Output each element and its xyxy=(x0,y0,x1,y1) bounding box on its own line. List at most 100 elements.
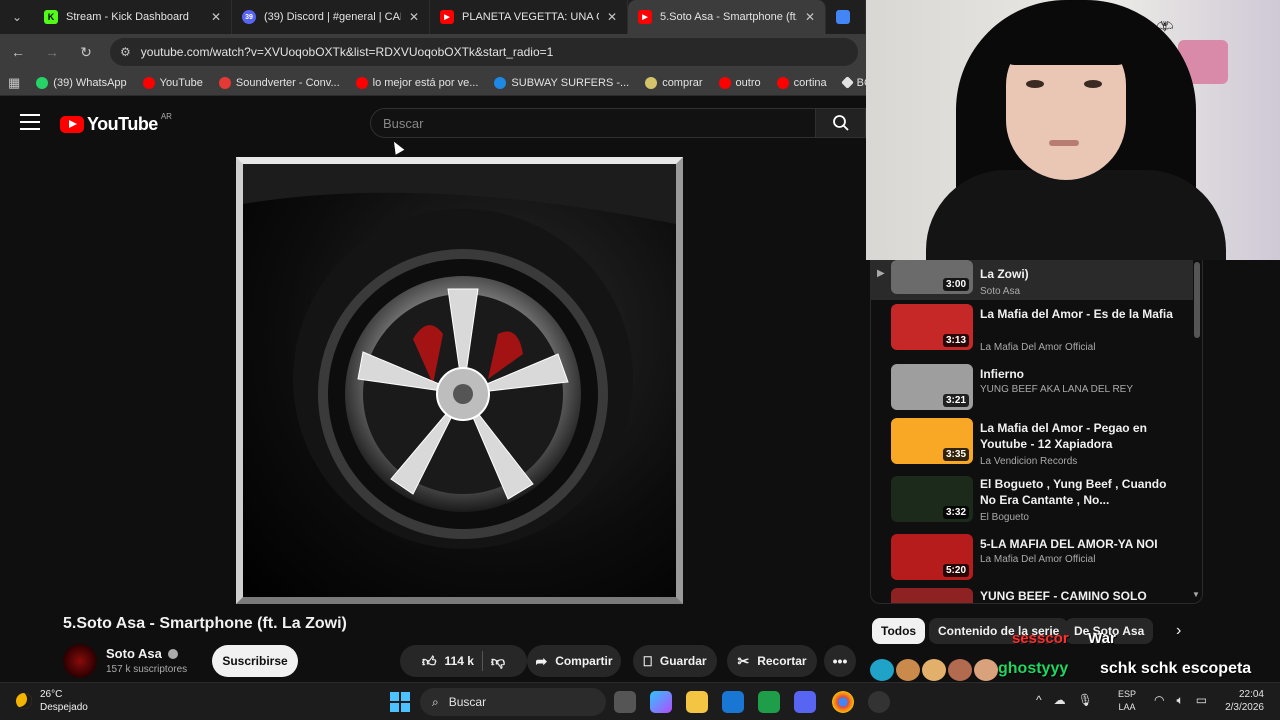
playlist-item[interactable]: 3:35 La Mafia del Amor - Pegao en Youtub… xyxy=(871,418,1193,474)
tab-youtube-vegetta[interactable]: ▶ PLANETA VEGETTA: UNA GRAN ✕ xyxy=(430,0,628,34)
chat-message: schk schk escopeta xyxy=(1100,660,1252,677)
playlist-item[interactable]: 3:21 Infierno YUNG BEEF AKA LANA DEL REY xyxy=(871,364,1193,420)
bookmark-soundverter[interactable]: Soundverter - Conv... xyxy=(218,76,340,89)
channel-name[interactable]: Soto Asa xyxy=(106,646,178,661)
tab-kick[interactable]: K Stream - Kick Dashboard ✕ xyxy=(34,0,232,34)
playlist-item[interactable]: 5:20 5-LA MAFIA DEL AMOR-YA NOI La Mafia… xyxy=(871,534,1193,590)
chip-all[interactable]: Todos xyxy=(872,618,926,644)
duration-badge: 3:00 xyxy=(942,278,969,291)
dislike-icon[interactable]: 👎︎ xyxy=(491,653,505,670)
duration-badge: 3:32 xyxy=(942,506,969,519)
language-indicator[interactable]: ESP LAA xyxy=(1118,688,1136,714)
bookmark-whatsapp[interactable]: (39) WhatsApp xyxy=(36,76,127,89)
back-icon[interactable]: ← xyxy=(8,44,28,60)
playlist-item-current[interactable]: ▶ 3:00 La Zowi) Soto Asa xyxy=(871,260,1193,300)
playlist-scrollbar[interactable] xyxy=(1194,262,1200,338)
playlist-item[interactable]: 3:32 El Bogueto , Yung Beef , Cuando No … xyxy=(871,476,1193,532)
file-explorer-icon[interactable] xyxy=(686,691,708,713)
like-icon[interactable]: 👍︎ xyxy=(422,653,437,670)
playlist-item[interactable]: 3:13 La Mafia del Amor - Es de la Mafia … xyxy=(871,304,1193,360)
tab-discord[interactable]: 39 (39) Discord | #general | CALAV ✕ xyxy=(232,0,430,34)
taskbar-search[interactable]: ⌕ Buscar xyxy=(420,688,606,716)
excel-icon[interactable] xyxy=(758,691,780,713)
bookmark-label: Soundverter - Conv... xyxy=(235,76,340,89)
video-thumbnail: 3:00 xyxy=(891,260,973,294)
copilot-icon[interactable] xyxy=(650,691,672,713)
verified-icon xyxy=(167,648,178,659)
channel-avatar[interactable] xyxy=(63,644,97,678)
search-input[interactable]: Buscar xyxy=(370,108,816,138)
subscribe-button[interactable]: Suscribirse xyxy=(212,645,298,677)
browser-toolbar: ← → ↻ ⚙ youtube.com/watch?v=XVUoqobOXTk&… xyxy=(0,34,866,70)
tab-strip: ⌄ K Stream - Kick Dashboard ✕ 39 (39) Di… xyxy=(0,0,866,34)
volume-icon[interactable]: 🔈︎ xyxy=(1176,693,1183,708)
duration-badge: 3:35 xyxy=(942,448,969,461)
discord-icon[interactable] xyxy=(794,691,816,713)
chrome-icon[interactable] xyxy=(832,691,854,713)
like-count[interactable]: 114 k xyxy=(445,654,474,668)
clip-label: Recortar xyxy=(757,654,807,668)
tab-partial[interactable]: Ag xyxy=(826,0,866,34)
playlist-item-channel: Soto Asa xyxy=(980,286,1021,297)
close-icon[interactable]: ✕ xyxy=(211,10,221,24)
address-bar[interactable]: ⚙ youtube.com/watch?v=XVUoqobOXTk&list=R… xyxy=(110,38,858,66)
save-button[interactable]: ⎕ Guardar xyxy=(633,645,717,677)
bookmark-lo-mejor[interactable]: lo mejor está por ve... xyxy=(355,76,479,89)
chat-username: sesscor xyxy=(1012,630,1069,647)
channel-name-text: Soto Asa xyxy=(106,646,162,661)
obs-icon[interactable] xyxy=(868,691,890,713)
search-placeholder: Buscar xyxy=(383,115,424,131)
search-button[interactable] xyxy=(816,108,866,138)
playlist-item-title: El Bogueto , Yung Beef , Cuando No Era C… xyxy=(980,477,1167,507)
menu-icon[interactable] xyxy=(20,114,40,130)
duration-badge: 3:13 xyxy=(942,334,969,347)
playlist-item-title: Infierno xyxy=(980,367,1024,381)
bookmark-subway[interactable]: SUBWAY SURFERS -... xyxy=(494,76,630,89)
close-icon[interactable]: ✕ xyxy=(805,10,815,24)
mic-icon[interactable]: 🎙︎ xyxy=(1078,693,1093,707)
chevron-up-icon[interactable]: ^ xyxy=(1036,693,1042,707)
cloud-icon[interactable]: ☁ xyxy=(1054,693,1066,707)
bookmark-youtube[interactable]: YouTube xyxy=(142,76,203,89)
playlist-item[interactable]: YUNG BEEF - CAMINO SOLO xyxy=(871,588,1193,603)
site-info-icon[interactable]: ⚙ xyxy=(120,45,131,59)
share-button[interactable]: ➦ Compartir xyxy=(527,645,621,677)
battery-icon[interactable]: ▭ xyxy=(1196,693,1207,708)
share-icon: ➦ xyxy=(535,652,548,669)
more-icon: ••• xyxy=(832,653,848,669)
clock[interactable]: 22:04 2/3/2026 xyxy=(1218,688,1264,714)
bookmark-label: SUBWAY SURFERS -... xyxy=(511,76,630,89)
bookmark-comprar[interactable]: comprar xyxy=(645,76,703,89)
bookmark-label: lo mejor está por ve... xyxy=(372,76,479,89)
clip-button[interactable]: ✂ Recortar xyxy=(727,645,817,677)
youtube-logo[interactable]: YouTube AR xyxy=(60,112,172,135)
task-view-icon[interactable] xyxy=(614,691,636,713)
playlist-item-channel: La Mafia Del Amor Official xyxy=(980,342,1096,353)
windows-start-icon[interactable] xyxy=(390,692,410,712)
word-icon[interactable] xyxy=(722,691,744,713)
wifi-icon[interactable]: ◠ xyxy=(1154,693,1164,708)
playlist-item-channel: El Bogueto xyxy=(980,512,1029,523)
country-code: AR xyxy=(160,112,172,121)
soundverter-icon xyxy=(218,76,231,89)
tab-search-button[interactable]: ⌄ xyxy=(0,0,34,34)
scroll-down-icon[interactable]: ▼ xyxy=(1192,590,1200,599)
tab-youtube-active[interactable]: ▶ 5.Soto Asa - Smartphone (ft. La ✕ xyxy=(628,0,826,34)
video-thumbnail: 3:13 xyxy=(891,304,973,350)
subscriber-count: 157 k suscriptores xyxy=(106,664,188,675)
reload-icon[interactable]: ↻ xyxy=(76,44,96,61)
bookmark-label: cortina xyxy=(793,76,827,89)
clock-date: 2/3/2026 xyxy=(1225,702,1264,713)
globe-icon xyxy=(494,76,507,89)
chevron-right-icon[interactable]: › xyxy=(1176,622,1181,640)
bookmark-cortina[interactable]: cortina xyxy=(776,76,827,89)
youtube-icon: ▶ xyxy=(638,10,652,24)
apps-grid-icon[interactable]: ▦ xyxy=(8,75,20,91)
more-actions-button[interactable]: ••• xyxy=(824,645,856,677)
video-title: 5.Soto Asa - Smartphone (ft. La Zowi) xyxy=(63,615,347,632)
close-icon[interactable]: ✕ xyxy=(607,10,617,24)
weather-widget[interactable]: 26°C Despejado xyxy=(16,688,88,714)
bookmark-outro[interactable]: outro xyxy=(718,76,761,89)
forward-icon[interactable]: → xyxy=(42,44,62,60)
close-icon[interactable]: ✕ xyxy=(409,10,419,24)
